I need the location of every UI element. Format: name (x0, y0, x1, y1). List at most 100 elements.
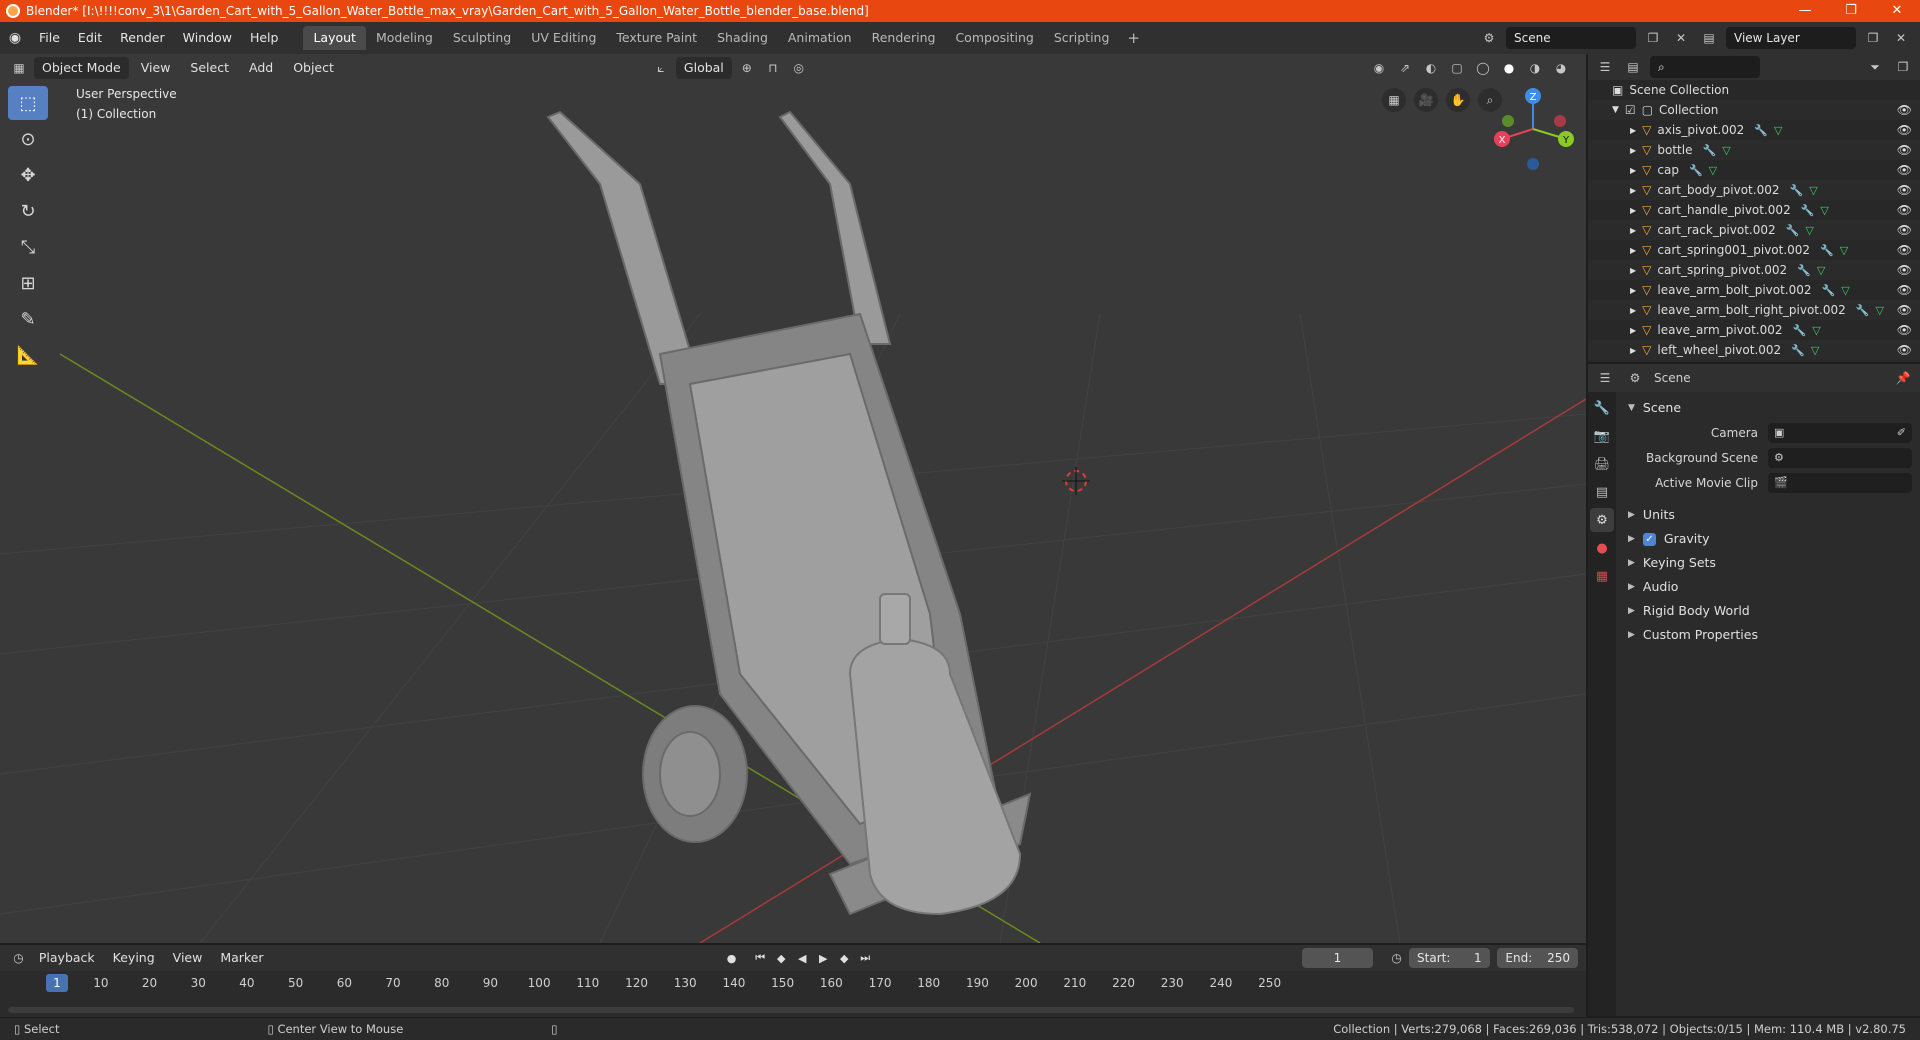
end-frame-field[interactable]: End: 250 (1497, 948, 1579, 968)
menu-add[interactable]: Add (241, 57, 281, 79)
menu-edit[interactable]: Edit (69, 22, 111, 54)
visibility-eye-icon[interactable]: 👁 (1897, 343, 1912, 357)
modifier-wrench-icon[interactable]: 🔧 (1754, 124, 1768, 137)
scene-field[interactable]: Scene (1506, 27, 1636, 49)
3d-cursor[interactable] (1062, 467, 1090, 495)
visibility-eye-icon[interactable]: 👁 (1897, 203, 1912, 217)
outliner-object-row[interactable]: ▶ ▽ bottle 🔧 ▽ 👁 (1588, 140, 1920, 160)
view-layer-icon[interactable]: ▤ (1698, 27, 1720, 49)
tab-sculpting[interactable]: Sculpting (443, 26, 521, 50)
outliner-object-row[interactable]: ▶ ▽ cart_spring001_pivot.002 🔧 ▽ 👁 (1588, 240, 1920, 260)
jump-end-icon[interactable]: ⏭ (856, 948, 875, 968)
outliner-object-row[interactable]: ▶ ▽ leave_arm_bolt_pivot.002 🔧 ▽ 👁 (1588, 280, 1920, 300)
pan-view-icon[interactable]: ✋ (1446, 88, 1470, 112)
visibility-eye-icon[interactable]: 👁 (1897, 283, 1912, 297)
visibility-eye-icon[interactable]: 👁 (1897, 143, 1912, 157)
mesh-data-icon[interactable]: ▽ (1841, 284, 1849, 297)
visibility-eye-icon[interactable]: 👁 (1897, 303, 1912, 317)
outliner-editor-type-icon[interactable]: ☰ (1594, 56, 1616, 78)
proportional-editing-icon[interactable]: ◎ (788, 57, 810, 79)
snap-icon[interactable]: ⊓ (762, 57, 784, 79)
start-frame-field[interactable]: Start: 1 (1409, 948, 1490, 968)
outliner-object-row[interactable]: ▶ ▽ axis_pivot.002 🔧 ▽ 👁 (1588, 120, 1920, 140)
rendered-shading-icon[interactable]: ◕ (1550, 57, 1572, 79)
outliner-object-row[interactable]: ▶ ▽ leave_arm_bolt_right_pivot.002 🔧 ▽ 👁 (1588, 300, 1920, 320)
transform-orientation-dropdown[interactable]: Global (675, 57, 732, 79)
pin-icon[interactable]: 📌 (1892, 367, 1914, 389)
tool-tab-icon[interactable]: 🔧 (1590, 396, 1614, 420)
mesh-data-icon[interactable]: ▽ (1809, 184, 1817, 197)
mode-dropdown[interactable]: Object Mode (34, 57, 129, 79)
jump-start-icon[interactable]: ⏮ (751, 948, 770, 968)
output-tab-icon[interactable]: 🖨 (1590, 452, 1614, 476)
play-icon[interactable]: ▶ (814, 948, 833, 968)
outliner-object-row[interactable]: ▶ ▽ cart_body_pivot.002 🔧 ▽ 👁 (1588, 180, 1920, 200)
editor-type-icon[interactable]: ▦ (8, 57, 30, 79)
modifier-wrench-icon[interactable]: 🔧 (1786, 224, 1800, 237)
camera-view-icon[interactable]: 🎥 (1414, 88, 1438, 112)
tab-modeling[interactable]: Modeling (366, 26, 443, 50)
3d-viewport[interactable]: ▦ Object Mode View Select Add Object ⟀ G… (0, 54, 1586, 943)
record-icon[interactable]: ● (722, 948, 741, 968)
modifier-wrench-icon[interactable]: 🔧 (1689, 164, 1703, 177)
menu-playback[interactable]: Playback (31, 947, 103, 969)
expand-arrow-icon[interactable]: ▶ (1630, 286, 1636, 295)
tab-uv-editing[interactable]: UV Editing (521, 26, 606, 50)
tab-rendering[interactable]: Rendering (862, 26, 946, 50)
delete-scene-icon[interactable]: ✕ (1670, 27, 1692, 49)
modifier-wrench-icon[interactable]: 🔧 (1820, 244, 1834, 257)
overlay-toggle-icon[interactable]: ◐ (1420, 57, 1442, 79)
move-tool-icon[interactable]: ✥ (8, 158, 48, 192)
mesh-data-icon[interactable]: ▽ (1811, 344, 1819, 357)
outliner-object-row[interactable]: ▶ ▽ leave_arm_pivot.002 🔧 ▽ 👁 (1588, 320, 1920, 340)
timeline-ruler[interactable]: 1 10 20 30 40 50 60 70 80 90 100 110 120 130 140 150 16… (0, 973, 1586, 995)
preview-range-icon[interactable]: ◷ (1386, 947, 1407, 969)
tab-scripting[interactable]: Scripting (1044, 26, 1120, 50)
expand-arrow-icon[interactable]: ▶ (1630, 186, 1636, 195)
active-movie-clip-field[interactable]: 🎬 (1768, 472, 1912, 493)
expand-arrow-icon[interactable]: ▶ (1630, 346, 1636, 355)
modifier-wrench-icon[interactable]: 🔧 (1797, 264, 1811, 277)
rotate-tool-icon[interactable]: ↻ (8, 194, 48, 228)
modifier-wrench-icon[interactable]: 🔧 (1789, 184, 1803, 197)
measure-tool-icon[interactable]: 📐 (8, 338, 48, 372)
visibility-eye-icon[interactable]: 👁 (1897, 163, 1912, 177)
eyedropper-icon[interactable]: ✐ (1897, 426, 1906, 439)
visibility-eye-icon[interactable]: 👁 (1897, 183, 1912, 197)
scene-collection-row[interactable]: ▣ Scene Collection (1588, 80, 1920, 100)
visibility-eye-icon[interactable]: 👁 (1897, 103, 1912, 117)
scale-tool-icon[interactable]: ⤡ (8, 230, 48, 264)
visibility-eye-icon[interactable]: 👁 (1897, 223, 1912, 237)
new-scene-icon[interactable]: ❐ (1642, 27, 1664, 49)
delete-view-layer-icon[interactable]: ✕ (1890, 27, 1912, 49)
modifier-wrench-icon[interactable]: 🔧 (1793, 324, 1807, 337)
mesh-data-icon[interactable]: ▽ (1722, 144, 1730, 157)
new-view-layer-icon[interactable]: ❐ (1862, 27, 1884, 49)
view-layer-field[interactable]: View Layer (1726, 27, 1856, 49)
expand-arrow-icon[interactable]: ▶ (1630, 266, 1636, 275)
menu-window[interactable]: Window (174, 22, 241, 54)
mesh-data-icon[interactable]: ▽ (1875, 304, 1883, 317)
visibility-eye-icon[interactable]: 👁 (1897, 263, 1912, 277)
expand-arrow-icon[interactable]: ▶ (1630, 166, 1636, 175)
custom-properties-panel-header[interactable]: ▶ Custom Properties (1618, 623, 1920, 647)
timeline-scrollbar[interactable] (8, 1007, 1574, 1013)
gizmo-toggle-icon[interactable]: ⇗ (1394, 57, 1416, 79)
filter-icon[interactable]: ⏷ (1864, 56, 1886, 78)
select-box-tool-icon[interactable]: ⬚ (8, 86, 48, 120)
menu-view[interactable]: View (133, 57, 179, 79)
expand-arrow-icon[interactable]: ▶ (1630, 126, 1636, 135)
expand-arrow-icon[interactable]: ▶ (1630, 146, 1636, 155)
background-scene-field[interactable]: ⚙ (1768, 447, 1912, 468)
visibility-eye-icon[interactable]: 👁 (1897, 323, 1912, 337)
tab-shading[interactable]: Shading (707, 26, 778, 50)
navigation-gizmo[interactable]: Z X Y (1488, 84, 1578, 174)
collection-expand-icon[interactable]: ▼ (1612, 105, 1619, 115)
tab-texture-paint[interactable]: Texture Paint (606, 26, 707, 50)
mesh-data-icon[interactable]: ▽ (1820, 204, 1828, 217)
prev-keyframe-icon[interactable]: ◆ (772, 948, 791, 968)
play-reverse-icon[interactable]: ◀ (793, 948, 812, 968)
collection-checkbox-icon[interactable]: ☑ (1625, 103, 1636, 117)
annotate-tool-icon[interactable]: ✎ (8, 302, 48, 336)
outliner-object-row[interactable]: ▶ ▽ cart_rack_pivot.002 🔧 ▽ 👁 (1588, 220, 1920, 240)
